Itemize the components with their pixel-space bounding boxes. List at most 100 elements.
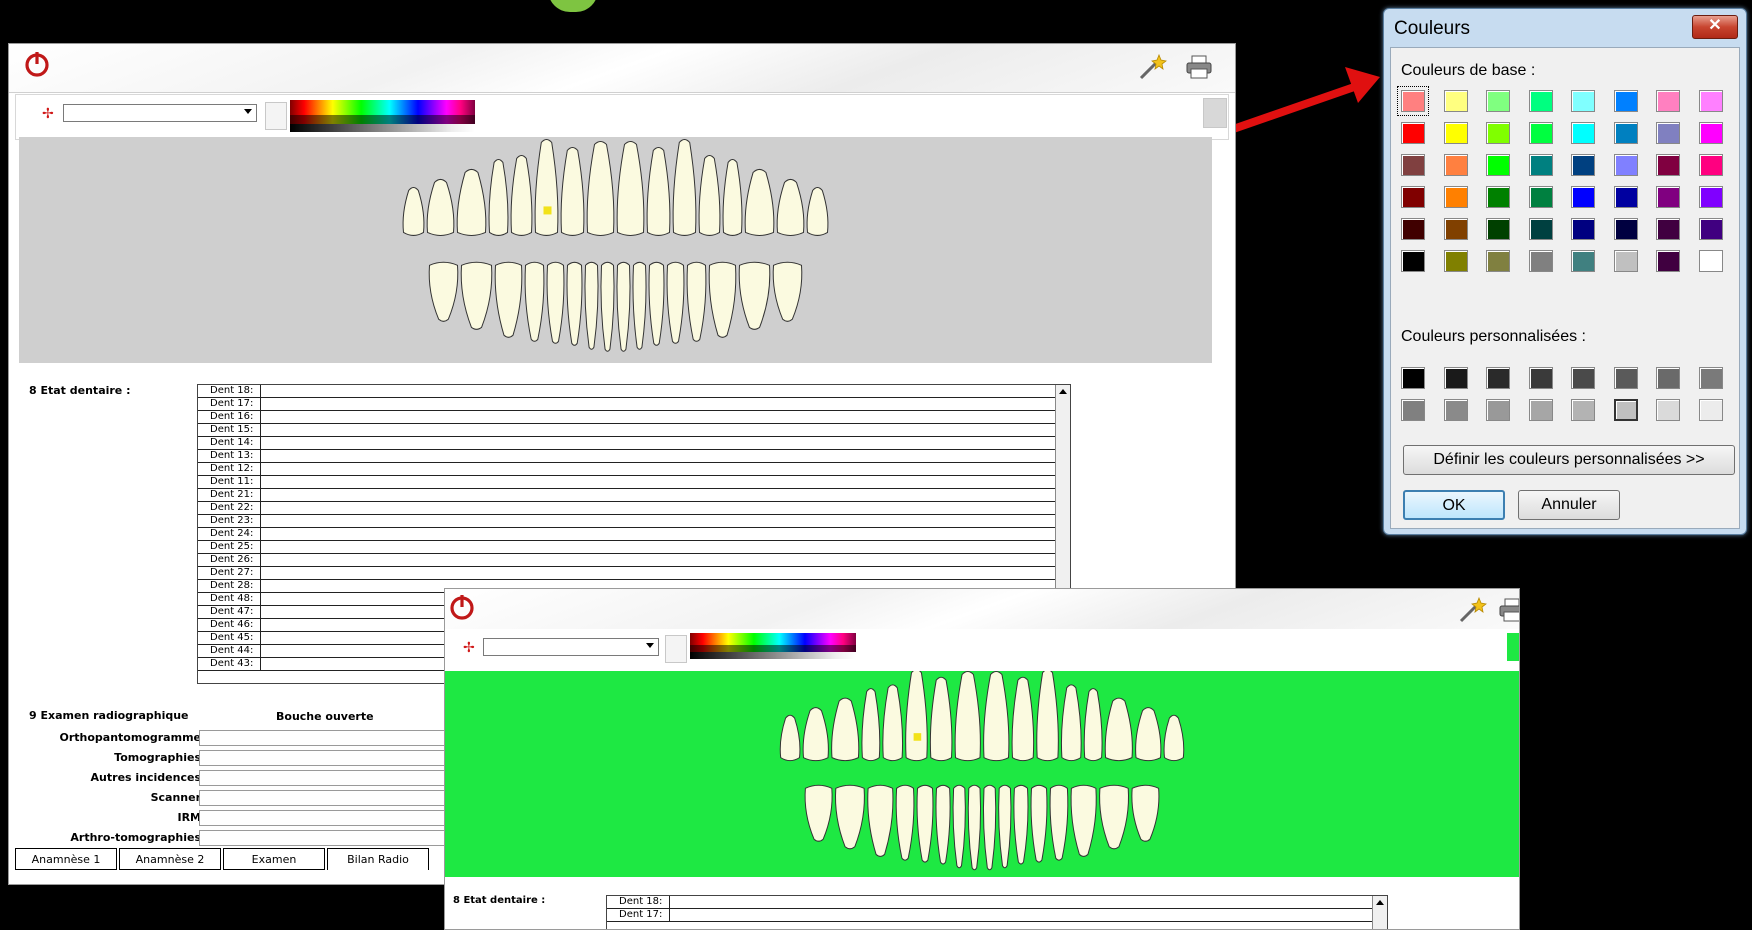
table-row[interactable]: Dent 23: (198, 515, 1055, 528)
lower-tooth[interactable] (998, 784, 1012, 869)
table-row[interactable]: Dent 26: (198, 554, 1055, 567)
color-swatch[interactable] (1443, 250, 1468, 272)
lower-tooth[interactable] (632, 261, 647, 350)
table-row[interactable]: Dent 21: (198, 489, 1055, 502)
upper-tooth[interactable] (534, 138, 559, 236)
color-swatch[interactable] (1571, 367, 1595, 389)
dental-chart[interactable] (445, 669, 1519, 877)
printer-icon[interactable] (1497, 595, 1519, 625)
lower-tooth[interactable] (952, 784, 966, 869)
magic-wand-icon[interactable] (1457, 595, 1487, 625)
color-swatch[interactable] (1613, 399, 1638, 421)
dent-list[interactable]: Dent 18: Dent 17: (606, 895, 1388, 929)
upper-tooth[interactable] (646, 146, 671, 236)
color-swatch[interactable] (1401, 250, 1425, 272)
upper-tooth[interactable] (488, 158, 509, 236)
lower-tooth[interactable] (494, 261, 523, 338)
table-row[interactable]: Dent 22: (198, 502, 1055, 515)
dental-chart[interactable] (19, 137, 1212, 363)
color-swatch[interactable] (1698, 250, 1723, 272)
color-swatch[interactable] (1613, 218, 1638, 240)
color-swatch[interactable] (1571, 154, 1595, 176)
color-swatch[interactable] (1656, 154, 1680, 176)
upper-tooth[interactable] (510, 154, 533, 236)
upper-tooth[interactable] (802, 707, 829, 762)
fill-color-swatch[interactable] (1203, 98, 1227, 128)
lower-tooth[interactable] (666, 261, 685, 344)
color-swatch[interactable] (1571, 186, 1595, 208)
color-swatch[interactable] (1656, 250, 1680, 272)
lower-tooth[interactable] (804, 784, 833, 842)
lower-tooth[interactable] (524, 261, 545, 342)
color-swatch[interactable] (1613, 250, 1638, 272)
upper-tooth[interactable] (1135, 707, 1162, 762)
color-swatch[interactable] (1571, 122, 1595, 144)
color-swatch[interactable] (1443, 218, 1468, 240)
crosshair-icon[interactable]: ✢ (42, 105, 54, 122)
lower-tooth[interactable] (648, 261, 665, 346)
color-swatch[interactable] (1656, 122, 1680, 144)
tool-select[interactable] (483, 638, 659, 656)
color-swatch[interactable] (1698, 399, 1723, 421)
color-swatch[interactable] (1443, 90, 1468, 112)
lower-tooth[interactable] (916, 784, 934, 863)
fill-color-swatch[interactable] (1507, 633, 1519, 661)
color-swatch[interactable] (1656, 399, 1680, 421)
upper-tooth[interactable] (1060, 684, 1082, 762)
upper-tooth[interactable] (586, 140, 615, 236)
upper-tooth[interactable] (983, 671, 1010, 762)
magic-wand-icon[interactable] (1137, 52, 1167, 82)
color-palette[interactable] (290, 100, 475, 132)
tool-select[interactable] (63, 104, 257, 122)
color-swatch[interactable] (1656, 218, 1680, 240)
color-swatch[interactable] (1528, 186, 1553, 208)
table-row[interactable]: Dent 27: (198, 567, 1055, 580)
color-swatch[interactable] (1486, 90, 1510, 112)
table-row[interactable]: Dent 16: (198, 411, 1055, 424)
lower-tooth[interactable] (835, 784, 865, 850)
color-swatch[interactable] (1443, 399, 1468, 421)
color-swatch[interactable] (1486, 122, 1510, 144)
exam-row-field[interactable] (199, 730, 449, 746)
lower-tooth[interactable] (982, 784, 997, 871)
color-swatch[interactable] (1698, 90, 1723, 112)
table-row[interactable]: Dent 13: (198, 450, 1055, 463)
color-swatch[interactable] (1486, 186, 1510, 208)
color-swatch[interactable] (1528, 367, 1553, 389)
upper-tooth[interactable] (954, 671, 981, 762)
table-row[interactable]: Dent 24: (198, 528, 1055, 541)
color-swatch[interactable] (1698, 122, 1723, 144)
ok-button[interactable]: OK (1403, 490, 1505, 520)
color-swatch[interactable] (1613, 154, 1638, 176)
table-row[interactable]: Dent 14: (198, 437, 1055, 450)
color-swatch[interactable] (1486, 399, 1510, 421)
upper-tooth[interactable] (929, 676, 953, 762)
color-swatch[interactable] (1486, 154, 1510, 176)
upper-tooth[interactable] (806, 186, 829, 236)
table-row[interactable]: Dent 18: (198, 385, 1055, 398)
lower-tooth[interactable] (1030, 784, 1048, 863)
tab-anamn-se-2[interactable]: Anamnèse 2 (119, 848, 221, 870)
color-swatch[interactable] (1486, 367, 1510, 389)
color-swatch[interactable] (1528, 250, 1553, 272)
lower-tooth[interactable] (584, 261, 599, 350)
color-swatch[interactable] (1486, 250, 1510, 272)
color-swatch[interactable] (1613, 90, 1638, 112)
color-swatch[interactable] (1443, 367, 1468, 389)
upper-tooth[interactable] (744, 168, 775, 236)
color-swatch[interactable] (1528, 90, 1553, 112)
table-row[interactable]: Dent 18: (607, 896, 1372, 909)
upper-tooth[interactable] (861, 688, 881, 762)
upper-tooth[interactable] (1083, 688, 1103, 762)
color-swatch[interactable] (1698, 218, 1723, 240)
upper-tooth[interactable] (616, 140, 645, 236)
upper-tooth[interactable] (1104, 697, 1133, 762)
color-swatch[interactable] (1397, 86, 1429, 116)
teeth-diagram[interactable] (445, 669, 1519, 877)
upper-tooth[interactable] (1011, 676, 1035, 762)
upper-tooth[interactable] (882, 684, 904, 762)
color-swatch[interactable] (1698, 186, 1723, 208)
lower-tooth[interactable] (738, 261, 771, 330)
lower-tooth[interactable] (600, 261, 615, 352)
exam-row-field[interactable] (199, 810, 449, 826)
